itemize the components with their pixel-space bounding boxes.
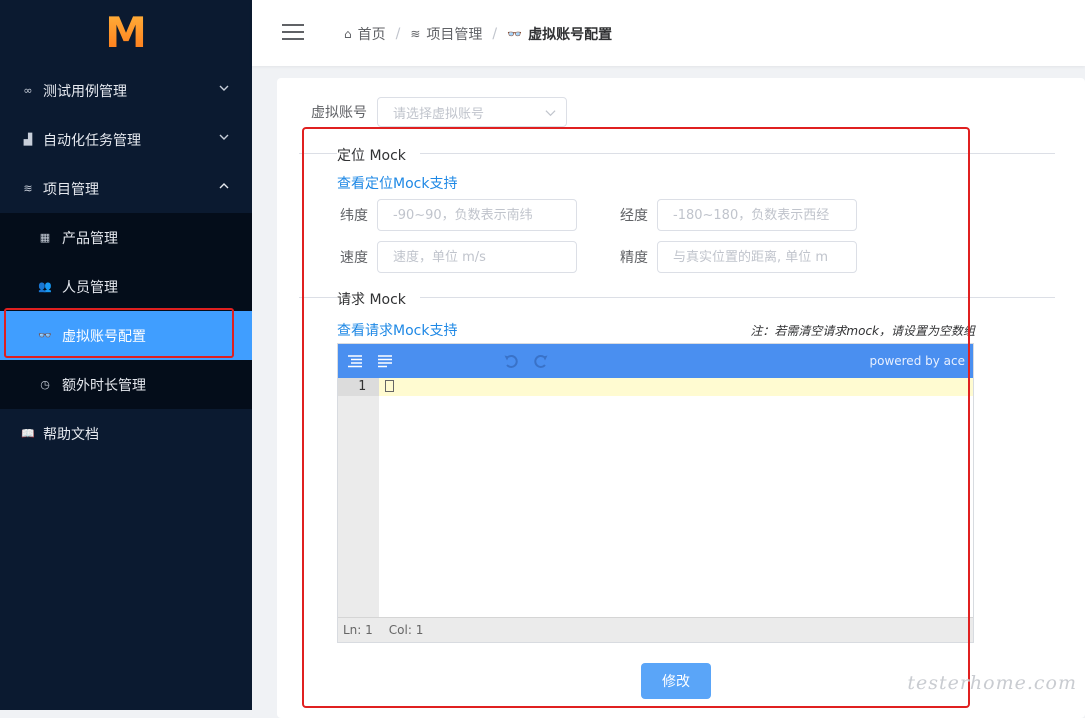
longitude-label: 经度 [620, 208, 648, 224]
active-line [379, 378, 973, 396]
sidebar-item-label: 产品管理 [62, 230, 118, 247]
breadcrumb-separator: / [395, 26, 401, 42]
watermark: testerhome.com [907, 672, 1077, 694]
clock-icon: ◷ [40, 378, 50, 391]
sidebar-item-label: 虚拟账号配置 [62, 328, 146, 345]
longitude-field[interactable] [658, 200, 856, 230]
compact-icon[interactable] [377, 353, 393, 369]
breadcrumb-projects[interactable]: ≋ 项目管理 [410, 24, 482, 44]
sidebar-item-help[interactable]: 📖 帮助文档 [0, 409, 252, 458]
menu-toggle-icon[interactable] [282, 24, 304, 40]
longitude-input[interactable] [657, 199, 857, 231]
code-area[interactable] [379, 378, 973, 618]
sidebar-item-label: 测试用例管理 [43, 83, 127, 100]
breadcrumb-home[interactable]: ⌂ 首页 [344, 24, 386, 44]
accuracy-input[interactable] [657, 241, 857, 273]
request-mock-note: 注：若需清空请求mock，请设置为空数组 [750, 324, 975, 338]
bar-chart-icon: ▟ [23, 133, 33, 146]
top-header: ⌂ 首页 / ≋ 项目管理 / 👓 虚拟账号配置 [252, 0, 1085, 66]
account-select[interactable]: 请选择虚拟账号 [377, 97, 567, 127]
sidebar-item-members[interactable]: 👥 人员管理 [0, 262, 252, 311]
layers-icon: ≋ [23, 182, 33, 195]
accuracy-field[interactable] [658, 242, 856, 272]
book-icon: 📖 [21, 427, 35, 440]
breadcrumb: ⌂ 首页 / ≋ 项目管理 / 👓 虚拟账号配置 [344, 24, 612, 44]
grid-icon: ▦ [39, 231, 51, 244]
submit-button[interactable]: 修改 [641, 663, 711, 699]
sidebar-item-auto-tasks[interactable]: ▟ 自动化任务管理 [0, 115, 252, 164]
format-icon[interactable] [347, 353, 363, 369]
line-gutter: 1 [338, 378, 379, 618]
latitude-label: 纬度 [340, 208, 368, 224]
sidebar-item-virtual-account[interactable]: 👓 虚拟账号配置 [0, 311, 252, 360]
logo-mark: M [105, 8, 147, 57]
account-row: 虚拟账号 请选择虚拟账号 [311, 97, 567, 127]
latitude-input[interactable] [377, 199, 577, 231]
breadcrumb-label: 首页 [357, 27, 386, 43]
account-select-placeholder: 请选择虚拟账号 [393, 106, 485, 122]
sidebar-item-products[interactable]: ▦ 产品管理 [0, 213, 252, 262]
speed-input[interactable] [377, 241, 577, 273]
chevron-up-icon [219, 183, 229, 189]
glasses-icon: 👓 [38, 329, 52, 342]
sidebar-item-label: 自动化任务管理 [43, 132, 141, 149]
sidebar: M ∞ 测试用例管理 ▟ 自动化任务管理 ≋ 项目管理 ▦ 产品管理 👥 人员管… [0, 0, 252, 710]
link-icon: ∞ [23, 84, 33, 97]
editor-toolbar: powered by ace [338, 344, 973, 378]
sidebar-item-label: 项目管理 [43, 181, 99, 198]
breadcrumb-current: 👓 虚拟账号配置 [507, 24, 612, 44]
undo-icon[interactable] [503, 353, 519, 369]
home-icon: ⌂ [344, 27, 352, 41]
account-label: 虚拟账号 [311, 105, 367, 121]
status-column: Col: 1 [388, 623, 424, 637]
chevron-down-icon [219, 85, 229, 91]
speed-label: 速度 [340, 250, 368, 266]
speed-field[interactable] [378, 242, 576, 272]
glasses-icon: 👓 [507, 27, 523, 41]
config-card: 虚拟账号 请选择虚拟账号 定位 Mock 查看定位Mock支持 纬度 经度 速度… [277, 78, 1085, 718]
users-icon: 👥 [38, 280, 52, 293]
sidebar-item-extra-time[interactable]: ◷ 额外时长管理 [0, 360, 252, 409]
editor-statusbar: Ln: 1 Col: 1 [338, 617, 973, 642]
sidebar-item-label: 人员管理 [62, 279, 118, 296]
request-section-title: 请求 Mock [337, 289, 420, 309]
location-section-title: 定位 Mock [337, 145, 420, 165]
request-mock-link[interactable]: 查看请求Mock支持 [337, 320, 457, 340]
sidebar-item-projects[interactable]: ≋ 项目管理 [0, 164, 252, 213]
chevron-down-icon [219, 134, 229, 140]
accuracy-label: 精度 [620, 250, 648, 266]
projects-submenu: ▦ 产品管理 👥 人员管理 👓 虚拟账号配置 ◷ 额外时长管理 [0, 213, 252, 409]
latitude-field[interactable] [378, 200, 576, 230]
line-number: 1 [338, 378, 379, 396]
sidebar-item-label: 额外时长管理 [62, 377, 146, 394]
breadcrumb-separator: / [492, 26, 498, 42]
app-logo[interactable]: M [0, 0, 252, 66]
redo-icon[interactable] [533, 353, 549, 369]
sidebar-item-label: 帮助文档 [43, 426, 99, 443]
layers-icon: ≋ [410, 27, 421, 41]
status-line: Ln: 1 [343, 623, 373, 637]
editor-body[interactable]: 1 [338, 378, 973, 618]
chevron-down-icon [545, 110, 556, 117]
json-code-editor[interactable]: powered by ace 1 Ln: 1 Col: 1 [337, 343, 974, 643]
powered-by-label: powered by ace [869, 354, 965, 368]
text-cursor [385, 380, 394, 392]
location-mock-link[interactable]: 查看定位Mock支持 [337, 173, 457, 193]
breadcrumb-label: 项目管理 [426, 27, 483, 43]
sidebar-item-test-cases[interactable]: ∞ 测试用例管理 [0, 66, 252, 115]
breadcrumb-label: 虚拟账号配置 [528, 27, 613, 43]
